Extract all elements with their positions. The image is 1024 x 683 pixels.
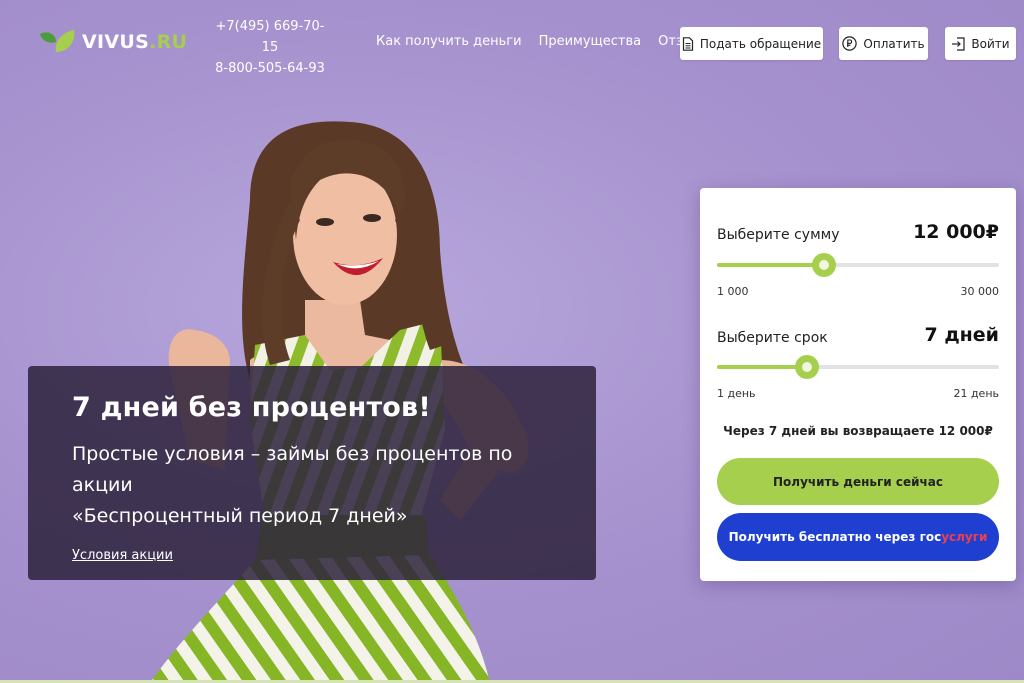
gosuslugi-uslugi: услуги [941,530,988,544]
amount-label: Выберите сумму [717,227,840,243]
gosuslugi-button[interactable]: Получить бесплатно через госуслуги [717,513,999,561]
appeal-button[interactable]: Подать обращение [680,27,823,60]
term-min: 1 день [717,387,756,400]
nav-advantages[interactable]: Преимущества [539,34,642,49]
site-header: VIVUS.RU +7(495) 669-70-15 8-800-505-64-… [0,0,1024,86]
promo-text: Простые условия – займы без процентов по… [72,439,552,532]
gosuslugi-gos: гос [919,530,942,544]
term-label: Выберите срок [717,330,828,346]
pay-button-label: Оплатить [863,36,925,51]
logo-domain: .RU [149,31,188,53]
term-range: 1 день 21 день [717,387,999,400]
amount-slider-thumb[interactable] [812,253,837,277]
promo-terms-link[interactable]: Условия акции [72,548,173,563]
get-money-now-label: Получить деньги сейчас [773,474,943,489]
gosuslugi-prefix: Получить бесплатно через [728,530,920,544]
logo-name: VIVUS [82,31,150,53]
nav-how-to-get-money[interactable]: Как получить деньги [376,34,522,49]
appeal-button-label: Подать обращение [699,36,822,51]
phone-numbers: +7(495) 669-70-15 8-800-505-64-93 [214,16,326,79]
amount-max: 30 000 [960,285,1000,298]
vivus-logo[interactable]: VIVUS.RU [38,28,187,56]
leaf-logo-icon [40,30,75,52]
logo-text: VIVUS.RU [82,31,187,53]
promo-title: 7 дней без процентов! [72,392,431,423]
promo-card: 7 дней без процентов! Простые условия – … [28,366,596,580]
amount-value: 12 000₽ [913,221,999,243]
phone-1[interactable]: +7(495) 669-70-15 [214,16,326,58]
term-value: 7 дней [924,324,999,346]
login-icon [952,36,966,51]
promo-text-line-1: Простые условия – займы без процентов по… [72,443,513,496]
main-nav: Как получить деньги Преимущества Отзывы [376,34,711,49]
repayment-summary: Через 7 дней вы возвращаете 12 000₽ [723,424,993,438]
ruble-coin-icon [842,36,858,51]
gosuslugi-button-label: Получить бесплатно через госуслуги [729,530,988,544]
login-button-label: Войти [971,36,1010,51]
amount-slider[interactable] [717,253,999,277]
term-row: Выберите срок 7 дней [717,324,999,346]
term-slider[interactable] [717,355,999,379]
amount-min: 1 000 [717,285,749,298]
phone-2[interactable]: 8-800-505-64-93 [214,58,326,79]
term-slider-fill [717,365,808,369]
amount-row: Выберите сумму 12 000₽ [717,221,999,243]
amount-range: 1 000 30 000 [717,285,999,298]
get-money-now-button[interactable]: Получить деньги сейчас [717,458,999,505]
promo-text-line-2: «Беспроцентный период 7 дней» [72,505,408,527]
term-slider-thumb[interactable] [795,355,820,379]
amount-slider-fill [717,263,825,267]
login-button[interactable]: Войти [945,27,1016,60]
term-max: 21 день [953,387,999,400]
pay-button[interactable]: Оплатить [839,27,928,60]
loan-calculator: Выберите сумму 12 000₽ 1 000 30 000 Выбе… [700,188,1016,581]
document-icon [682,36,693,51]
